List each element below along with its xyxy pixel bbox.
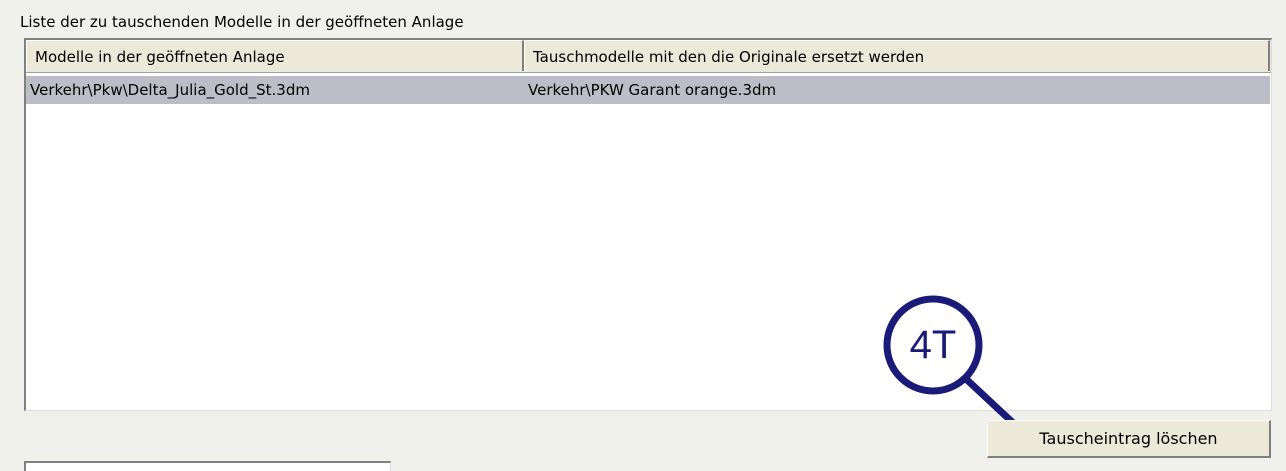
bottom-field[interactable] [24, 461, 391, 471]
replacement-model-cell: Verkehr\PKW Garant orange.3dm [528, 81, 777, 99]
group-label: Liste der zu tauschenden Modelle in der … [20, 13, 464, 31]
swap-model-list[interactable]: Modelle in der geöffneten Anlage Tauschm… [24, 38, 1272, 411]
table-row[interactable]: Verkehr\Pkw\Delta_Julia_Gold_St.3dm Verk… [26, 76, 1270, 104]
list-header: Modelle in der geöffneten Anlage Tauschm… [26, 40, 1271, 73]
callout-label: 4T [909, 323, 957, 367]
delete-swap-entry-button[interactable]: Tauscheintrag löschen [987, 420, 1271, 458]
column-header-replacement-models[interactable]: Tauschmodelle mit den die Originale erse… [524, 40, 1270, 71]
original-model-cell: Verkehr\Pkw\Delta_Julia_Gold_St.3dm [30, 81, 310, 99]
column-header-original-models[interactable]: Modelle in der geöffneten Anlage [26, 40, 524, 71]
